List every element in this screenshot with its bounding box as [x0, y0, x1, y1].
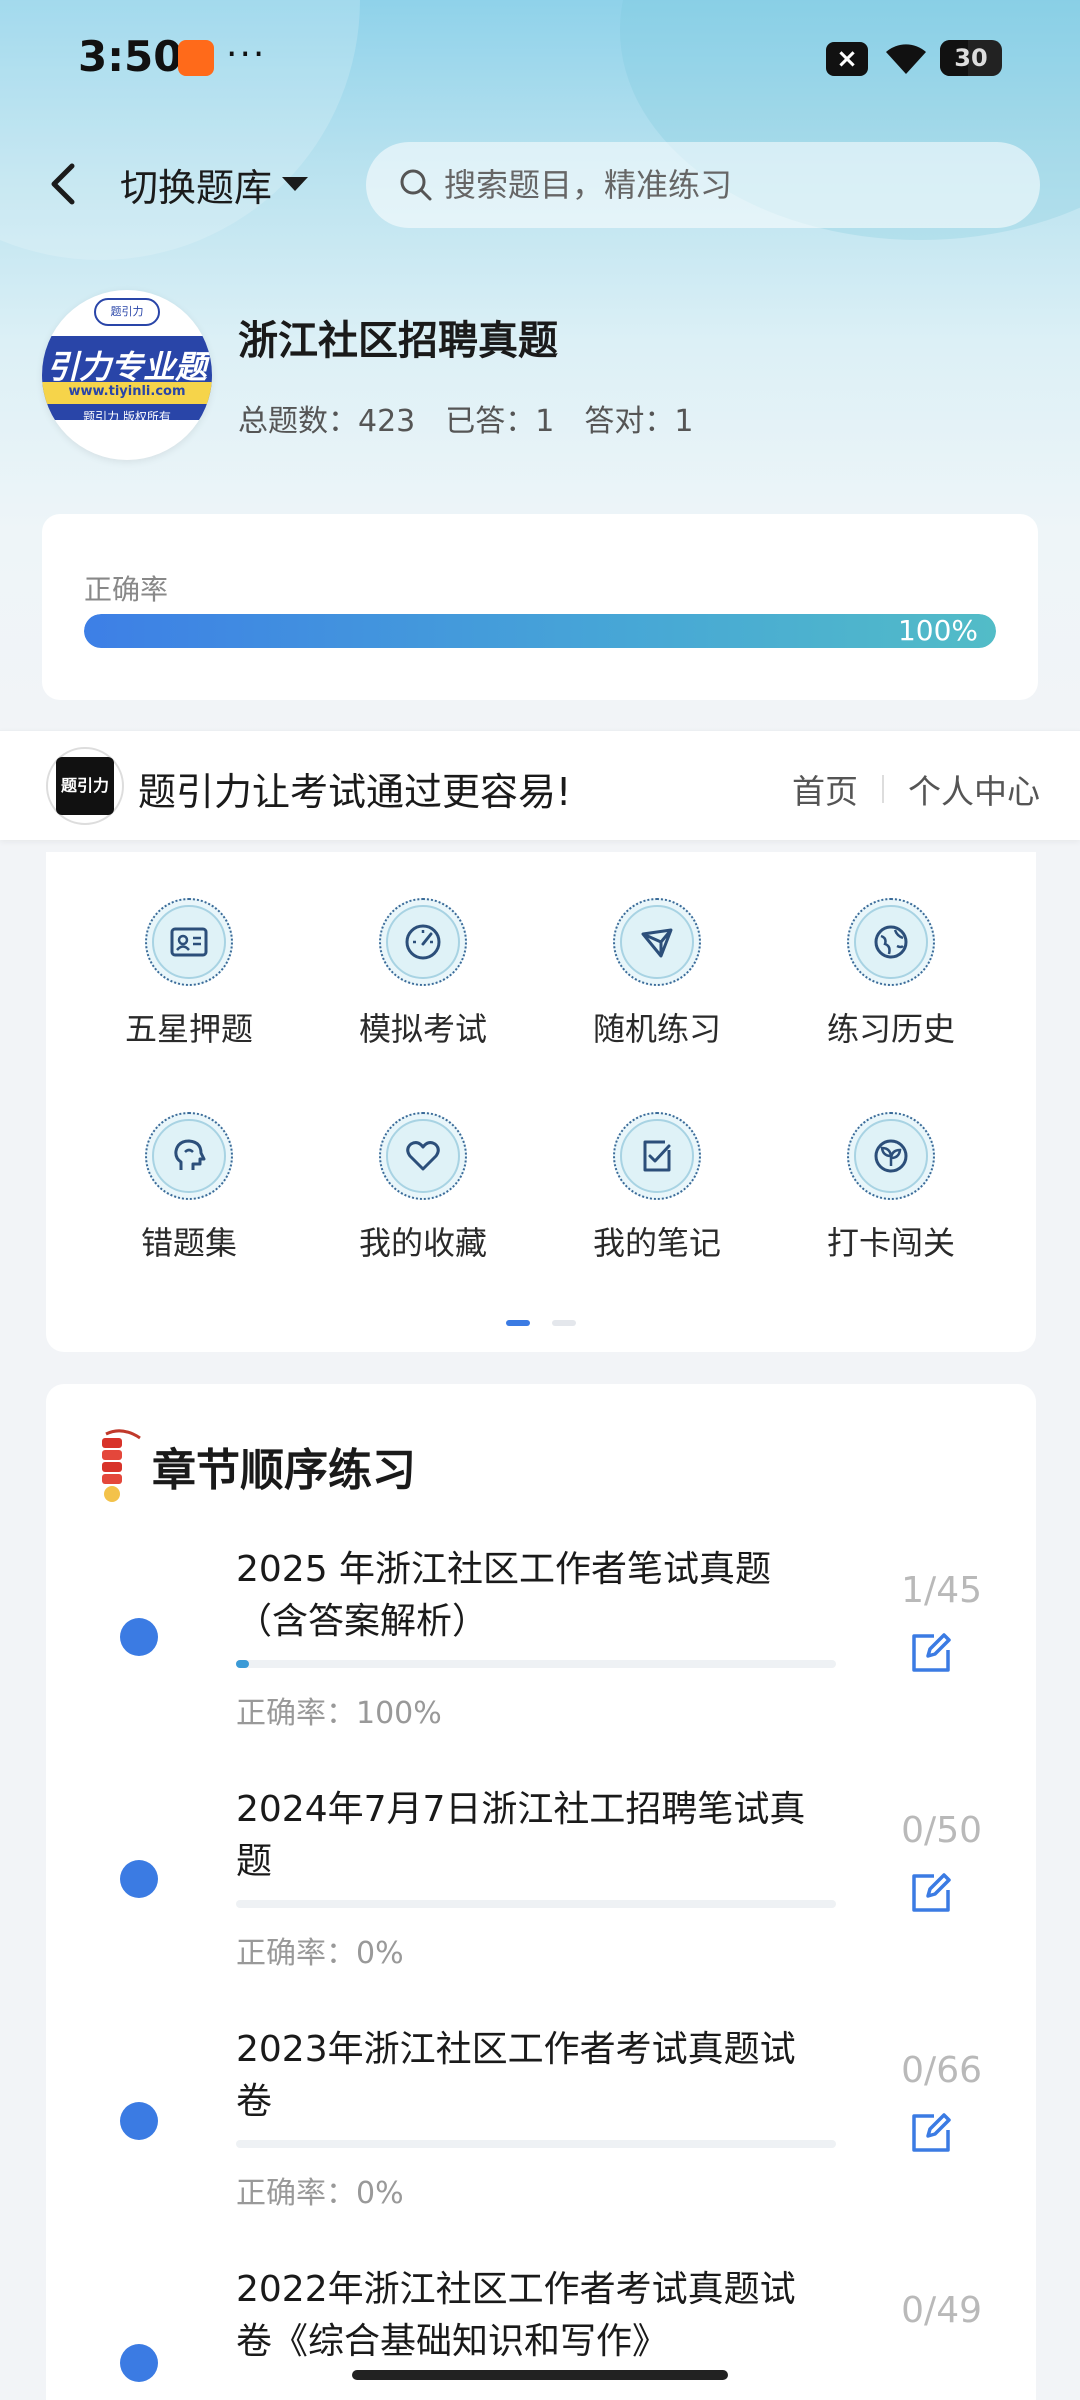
- func-random-practice-button[interactable]: 随机练习: [557, 898, 757, 1068]
- bank-stats: 总题数：423 已答：1 答对：1: [238, 396, 693, 440]
- brand-bar: 题引力 题引力让考试通过更容易! 首页 个人中心: [0, 730, 1080, 840]
- chapter-bullet: [120, 1618, 158, 1656]
- caret-down-icon: [282, 177, 309, 191]
- search-input[interactable]: [444, 166, 1004, 204]
- network-icon: [613, 898, 701, 986]
- chapter-item[interactable]: 2025 年浙江社区工作者笔试真题（含答案解析） 正确率：100% 1/45: [46, 1544, 1036, 1784]
- accuracy-progress-bar: 100%: [84, 614, 996, 648]
- chapter-accuracy: 正确率：0%: [236, 2176, 404, 2211]
- stat-answered: 已答：1: [445, 404, 555, 439]
- chapter-progress-bar: [236, 1900, 836, 1908]
- chapter-accuracy: 正确率：100%: [236, 1696, 442, 1731]
- nav-profile-link[interactable]: 个人中心: [908, 765, 1040, 813]
- page-dot: [552, 1320, 576, 1326]
- speedometer-icon: [379, 898, 467, 986]
- stat-correct: 答对：1: [584, 404, 694, 439]
- brand-slogan: 题引力让考试通过更容易!: [138, 770, 572, 814]
- battery-icon: 30: [940, 40, 1002, 76]
- chapter-bullet: [120, 2102, 158, 2140]
- chapter-bullet: [120, 1860, 158, 1898]
- edit-icon[interactable]: [908, 1630, 954, 1676]
- chapter-count: 0/50: [901, 1810, 982, 1851]
- search-bar[interactable]: [366, 142, 1040, 228]
- brand-logo: 题引力: [46, 747, 124, 825]
- func-mock-exam-button[interactable]: 模拟考试: [323, 898, 523, 1068]
- chevron-left-icon: [51, 163, 75, 205]
- func-favorites-button[interactable]: 我的收藏: [323, 1112, 523, 1282]
- search-icon: [400, 169, 432, 201]
- stat-total: 总题数：423: [238, 404, 416, 439]
- status-time: 3:50: [78, 32, 183, 81]
- func-five-star-button[interactable]: 五星押题: [89, 898, 289, 1068]
- function-grid: 五星押题 模拟考试 随机练习 练习历史 错题集 我的收藏 我的笔记 打卡闯关: [46, 852, 1036, 1352]
- chapter-name: 2023年浙江社区工作者考试真题试卷: [236, 2029, 796, 2122]
- chapter-header: 章节顺序练习: [92, 1424, 416, 1508]
- home-indicator: [352, 2370, 728, 2380]
- page-indicator: [506, 1320, 576, 1326]
- chapter-practice-card: 章节顺序练习 2025 年浙江社区工作者笔试真题（含答案解析） 正确率：100%…: [46, 1384, 1036, 2400]
- note-check-icon: [613, 1112, 701, 1200]
- bank-title: 浙江社区招聘真题: [238, 318, 558, 364]
- chapter-count: 1/45: [901, 1570, 982, 1611]
- page-dot-active: [506, 1320, 530, 1326]
- accuracy-value: 100%: [897, 614, 978, 647]
- func-notes-button[interactable]: 我的笔记: [557, 1112, 757, 1282]
- status-bar: 3:50 ··· × 30: [0, 0, 1080, 110]
- mute-icon: ×: [826, 42, 868, 76]
- app-notification-icon: [178, 40, 214, 76]
- more-notifications-icon: ···: [226, 34, 267, 75]
- sprout-icon: [847, 1112, 935, 1200]
- accuracy-progress-fill: [84, 614, 996, 648]
- chapter-item[interactable]: 2024年7月7日浙江社工招聘笔试真题 正确率：0% 0/50: [46, 1784, 1036, 2024]
- chapter-name: 2024年7月7日浙江社工招聘笔试真题: [236, 1789, 806, 1882]
- firecracker-icon: [102, 1429, 141, 1502]
- question-bank-logo: 题引力 引力专业题 www.tiyinli.com 题引力 版权所有: [42, 290, 212, 460]
- head-icon: [145, 1112, 233, 1200]
- id-card-icon: [145, 898, 233, 986]
- edit-icon[interactable]: [908, 2110, 954, 2156]
- edit-icon[interactable]: [908, 1870, 954, 1916]
- chapter-accuracy: 正确率：0%: [236, 1936, 404, 1971]
- chapter-title: 章节顺序练习: [152, 1445, 416, 1496]
- back-button[interactable]: [40, 152, 90, 216]
- wifi-icon: [886, 44, 926, 74]
- chapter-name: 2022年浙江社区工作者考试真题试卷《综合基础知识和写作》: [236, 2269, 796, 2362]
- chapter-count: 0/66: [901, 2050, 982, 2091]
- heart-icon: [379, 1112, 467, 1200]
- logo-url: www.tiyinli.com: [68, 384, 186, 399]
- chapter-progress-fill: [236, 1660, 250, 1668]
- chapter-item[interactable]: 2023年浙江社区工作者考试真题试卷 正确率：0% 0/66: [46, 2024, 1036, 2264]
- switch-bank-button[interactable]: 切换题库: [120, 156, 309, 212]
- chapter-progress-bar: [236, 1660, 836, 1668]
- chapter-progress-bar: [236, 2140, 836, 2148]
- brand-nav: 首页 个人中心: [792, 765, 1040, 813]
- nav-divider: [882, 775, 884, 803]
- chapter-bullet: [120, 2344, 158, 2382]
- func-history-button[interactable]: 练习历史: [791, 898, 991, 1068]
- chapter-name: 2025 年浙江社区工作者笔试真题（含答案解析）: [236, 1549, 772, 1642]
- accuracy-label: 正确率: [84, 573, 169, 606]
- battery-level: 30: [954, 44, 988, 72]
- func-mistakes-button[interactable]: 错题集: [89, 1112, 289, 1282]
- accuracy-card: 正确率 100%: [42, 514, 1038, 700]
- globe-icon: [847, 898, 935, 986]
- switch-bank-label: 切换题库: [120, 165, 273, 210]
- nav-home-link[interactable]: 首页: [792, 765, 858, 813]
- func-checkin-button[interactable]: 打卡闯关: [791, 1112, 991, 1282]
- chapter-count: 0/49: [901, 2290, 982, 2331]
- logo-copyright: 题引力 版权所有: [83, 410, 171, 424]
